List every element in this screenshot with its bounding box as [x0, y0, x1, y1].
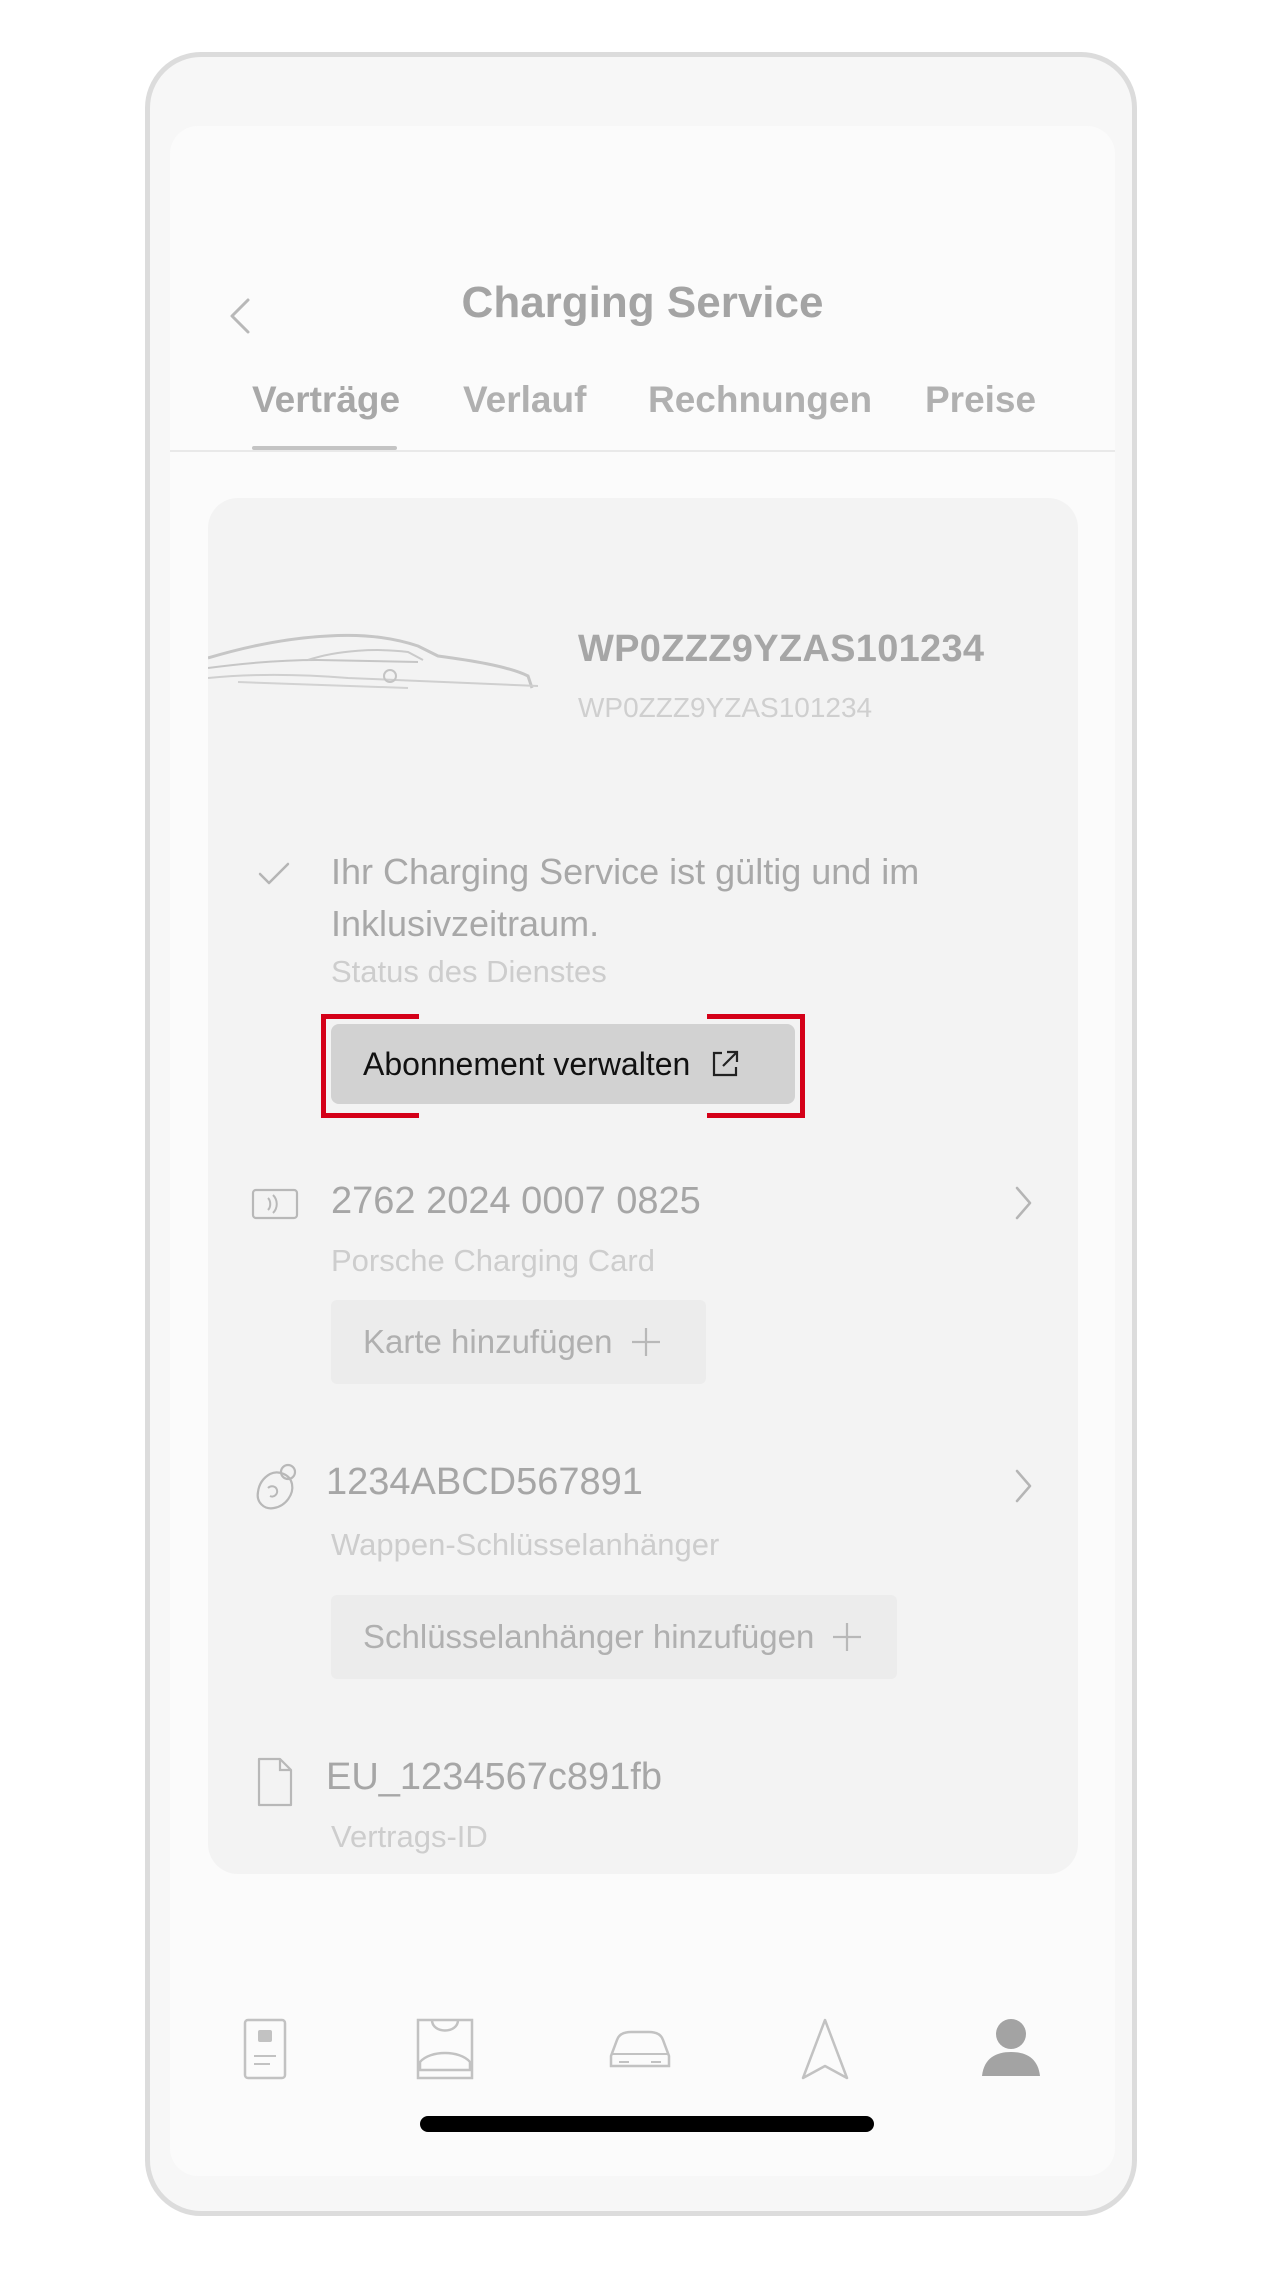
app-screen: Charging Service Verträge Verlauf Rechnu…: [170, 126, 1115, 2176]
tab-preise[interactable]: Preise: [925, 379, 1036, 421]
status-label: Status des Dienstes: [331, 954, 607, 989]
key-fob-icon: [256, 1463, 297, 1510]
page-title: Charging Service: [461, 278, 824, 327]
add-key-fob-button[interactable]: Schlüsselanhänger hinzufügen: [331, 1595, 897, 1679]
plus-icon: [631, 1328, 660, 1356]
vehicle-store-icon[interactable]: [410, 2016, 480, 2082]
add-card-label: Karte hinzufügen: [363, 1323, 613, 1360]
external-link-icon: [713, 1050, 739, 1077]
car-icon[interactable]: [605, 2024, 675, 2074]
manage-subscription-label: Abonnement verwalten: [363, 1045, 691, 1082]
plus-icon: [833, 1623, 862, 1651]
charging-card-number: 2762 2024 0007 0825: [331, 1180, 701, 1222]
home-indicator: [420, 2116, 874, 2132]
profile-icon[interactable]: [978, 2014, 1044, 2080]
check-icon: [258, 862, 290, 885]
navigation-arrow-icon[interactable]: [797, 2016, 853, 2082]
add-key-fob-label: Schlüsselanhänger hinzufügen: [363, 1618, 815, 1655]
charging-card-icon: [251, 1188, 299, 1220]
status-text: Ihr Charging Service ist gültig und im I…: [331, 851, 920, 944]
phone-key-icon[interactable]: [240, 2016, 290, 2082]
document-icon: [257, 1757, 293, 1807]
vehicle-vin-secondary: WP0ZZZ9YZAS101234: [578, 692, 873, 723]
contract-id-label: Vertrags-ID: [331, 1819, 488, 1854]
tab-vertraege[interactable]: Verträge: [252, 379, 400, 421]
key-fob-label: Wappen-Schlüsselanhänger: [331, 1527, 720, 1562]
tab-verlauf[interactable]: Verlauf: [463, 379, 586, 421]
chevron-right-icon[interactable]: [1008, 1178, 1038, 1228]
car-silhouette-icon: [208, 633, 538, 689]
key-fob-number: 1234ABCD567891: [326, 1461, 643, 1503]
charging-card-label: Porsche Charging Card: [331, 1243, 655, 1278]
manage-subscription-button[interactable]: Abonnement verwalten: [331, 1024, 795, 1104]
chevron-right-icon[interactable]: [1008, 1461, 1038, 1511]
contract-id: EU_1234567c891fb: [326, 1756, 662, 1798]
tab-rechnungen[interactable]: Rechnungen: [648, 379, 872, 421]
vehicle-vin: WP0ZZZ9YZAS101234: [578, 628, 985, 670]
tabs-divider: [170, 450, 1115, 452]
add-card-button[interactable]: Karte hinzufügen: [331, 1300, 706, 1384]
